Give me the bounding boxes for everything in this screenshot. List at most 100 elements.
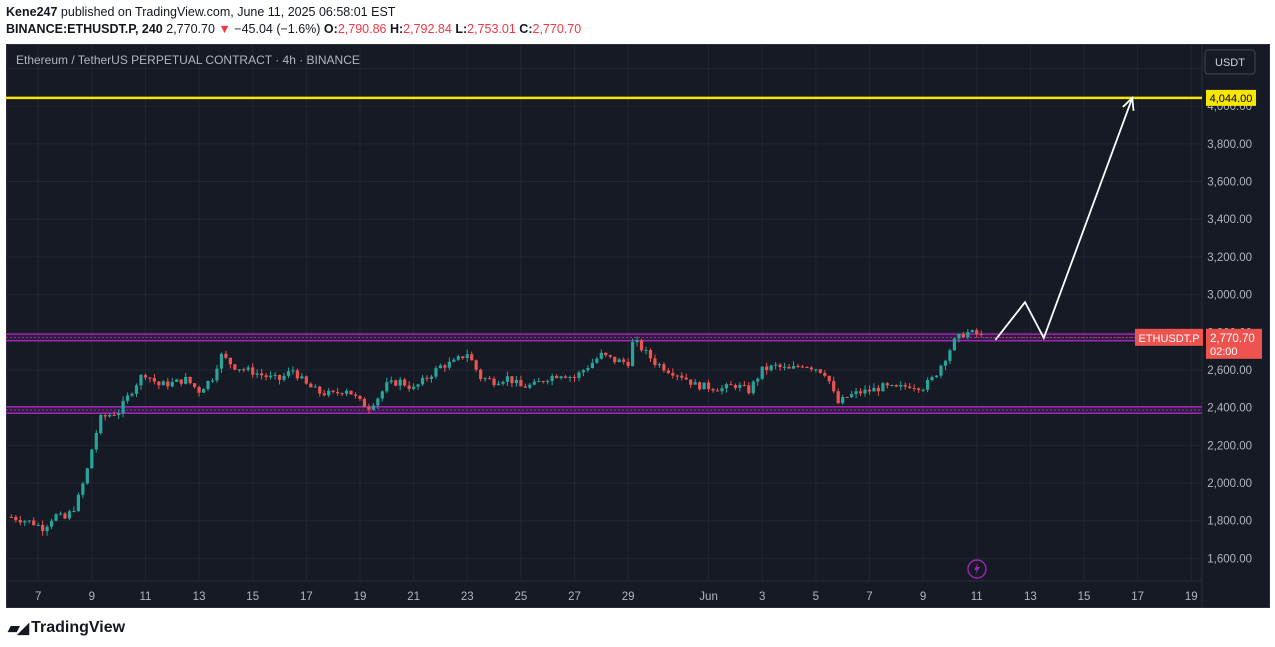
candle-body <box>975 330 979 335</box>
candle-body <box>657 364 662 366</box>
candle-body <box>483 378 487 380</box>
y-tick-label: 2,000.00 <box>1207 478 1252 490</box>
candle-body <box>800 366 805 368</box>
candle-body <box>398 379 402 386</box>
candle-body <box>608 355 612 357</box>
y-tick-label: 3,400.00 <box>1207 214 1252 226</box>
candle-body <box>94 433 98 450</box>
candle-body <box>604 352 608 356</box>
candle-body <box>966 332 970 338</box>
candle-body <box>702 382 706 390</box>
candle-body <box>943 360 948 366</box>
candle-body <box>264 375 268 378</box>
candle-body <box>939 365 943 376</box>
candle-body <box>429 376 434 379</box>
price-chart[interactable]: 1,600.00 1,800.00 2,000.00 2,200.00 2,400.00… <box>6 44 1270 608</box>
candle-body <box>313 386 317 388</box>
candle-body <box>934 375 939 378</box>
candle-body <box>559 376 563 379</box>
candle-body <box>161 381 165 386</box>
y-tick-label: 3,200.00 <box>1207 252 1252 264</box>
candle-body <box>72 510 76 512</box>
candle-body <box>461 356 465 359</box>
candle-body <box>908 386 912 389</box>
candle-body <box>447 361 451 368</box>
high-value: 2,792.84 <box>403 22 452 36</box>
candle-body <box>729 384 733 386</box>
candle-body <box>309 383 313 388</box>
candle-body <box>327 390 331 396</box>
candle-body <box>331 390 335 392</box>
candle-body <box>577 372 581 378</box>
candle-body <box>872 387 876 392</box>
candle-body <box>85 468 89 484</box>
candle-body <box>644 349 648 351</box>
candle-body <box>693 382 697 385</box>
x-tick-label: 13 <box>193 591 206 603</box>
candle-body <box>380 391 384 399</box>
candle-body <box>49 520 54 527</box>
open-value: 2,790.86 <box>337 22 387 36</box>
candle-body <box>876 387 881 392</box>
candle-body <box>555 376 559 379</box>
y-tick-label: 2,200.00 <box>1207 440 1252 452</box>
last-price: 2,770.70 <box>166 22 215 36</box>
x-tick-label: 27 <box>568 591 581 603</box>
candle-body <box>832 381 836 392</box>
candle-body <box>63 513 67 519</box>
candle-body <box>706 382 711 389</box>
candle-body <box>917 388 921 391</box>
candle-body <box>224 353 228 358</box>
candle-body <box>680 375 684 378</box>
candle-body <box>662 364 666 371</box>
candle-body <box>286 371 291 376</box>
candle-body <box>774 364 778 366</box>
candle-body <box>143 375 148 378</box>
candle-body <box>970 330 974 333</box>
candle-body <box>885 383 889 386</box>
candle-body <box>823 372 827 376</box>
candle-body <box>362 398 367 408</box>
candle-body <box>572 376 577 378</box>
candle-body <box>863 389 867 394</box>
x-tick-label: 5 <box>813 591 819 603</box>
author-name[interactable]: Kene247 <box>6 5 57 19</box>
candle-body <box>112 414 116 416</box>
candle-body <box>733 385 737 388</box>
candle-body <box>537 381 541 383</box>
x-tick-label: 9 <box>89 591 95 603</box>
y-tick-label: 1,800.00 <box>1207 516 1252 528</box>
candle-body <box>751 381 755 394</box>
candle-body <box>304 376 308 384</box>
candle-body <box>32 520 36 526</box>
candle-body <box>979 334 983 336</box>
candle-body <box>581 370 586 373</box>
candle-body <box>925 379 930 390</box>
symbol-tag-label: ETHUSDT.P <box>1138 333 1199 345</box>
candle-body <box>867 389 872 392</box>
candle-body <box>805 366 809 368</box>
candle-body <box>648 349 653 359</box>
tradingview-logo[interactable]: ▰◢ TradingView <box>8 619 125 637</box>
x-tick-label: 3 <box>759 591 765 603</box>
candle-body <box>27 520 31 522</box>
candle-body <box>67 511 72 519</box>
candle-body <box>738 384 742 388</box>
candle-body <box>452 359 456 362</box>
candle-body <box>631 342 635 367</box>
candle-body <box>456 356 460 360</box>
candle-body <box>188 376 192 384</box>
candle-body <box>818 369 822 373</box>
x-tick-label: 29 <box>622 591 635 603</box>
candle-body <box>193 383 197 388</box>
candle-body <box>99 415 103 434</box>
candle-body <box>666 370 670 374</box>
candle-body <box>407 385 411 389</box>
candle-body <box>277 374 282 380</box>
price-change: −45.04 (−1.6%) <box>234 22 321 36</box>
currency-button[interactable]: USDT <box>1204 49 1256 75</box>
candle-body <box>912 388 916 390</box>
symbol-label: BINANCE:ETHUSDT.P, 240 <box>6 22 163 36</box>
candle-body <box>36 524 40 526</box>
candle-body <box>505 376 510 382</box>
